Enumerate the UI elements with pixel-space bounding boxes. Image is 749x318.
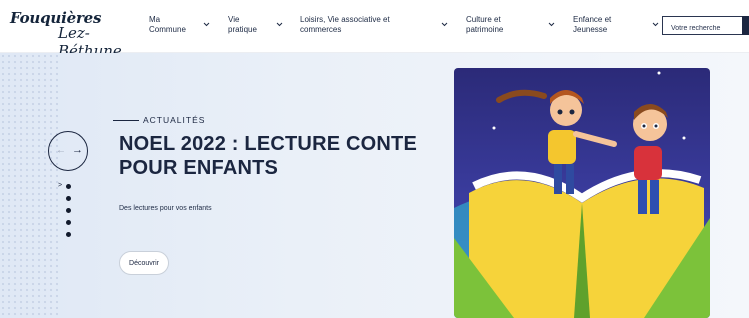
hero-title: NOEL 2022 : LECTURE CONTE POUR ENFANTS (119, 133, 418, 179)
dot-pattern-decoration (0, 53, 58, 318)
chevron-down-icon (440, 20, 449, 29)
nav-item-label: Culture et patrimoine (466, 15, 504, 34)
nav-item-label: Loisirs, Vie associative et commerces (300, 15, 390, 34)
nav-item-enfance[interactable]: Enfance et Jeunesse (573, 15, 661, 41)
nav-item-loisirs[interactable]: Loisirs, Vie associative et commerces (300, 15, 452, 41)
carousel-dot[interactable] (66, 220, 71, 225)
search-input[interactable] (663, 20, 741, 37)
nav-item-ma-commune[interactable]: Ma Commune (149, 15, 211, 41)
chevron-down-icon (202, 20, 211, 29)
carousel-dot[interactable] (66, 232, 71, 237)
carousel-nav-button[interactable]: ← → (48, 131, 88, 171)
nav-item-culture[interactable]: Culture et patrimoine (466, 15, 556, 41)
hero-illustration (454, 68, 710, 318)
site-logo[interactable]: Fouquières Lez-Béthune (10, 9, 135, 60)
carousel-dot[interactable] (66, 184, 71, 189)
eyebrow-label: ACTUALITÉS (143, 115, 206, 125)
kids-on-book-illustration (454, 71, 710, 318)
carousel-pagination: > (58, 182, 78, 244)
nav-item-label: Ma Commune (149, 15, 186, 34)
site-header: Fouquières Lez-Béthune Ma Commune Vie pr… (0, 0, 749, 60)
nav-item-label: Enfance et Jeunesse (573, 15, 612, 34)
carousel-dot[interactable] (66, 208, 71, 213)
discover-button[interactable]: Découvrir (119, 251, 169, 275)
arrow-left-icon[interactable]: ← (56, 145, 66, 156)
chevron-down-icon (651, 20, 660, 29)
arrow-right-icon[interactable]: → (72, 144, 83, 156)
search-button[interactable] (742, 16, 749, 35)
news-category: ACTUALITÉS (113, 114, 205, 126)
nav-item-vie-pratique[interactable]: Vie pratique (228, 15, 286, 41)
search-box (662, 16, 747, 37)
chevron-down-icon (275, 20, 284, 29)
active-slide-marker: > (58, 182, 63, 189)
hero-subtitle: Des lectures pour vos enfants (119, 205, 212, 212)
nav-item-label: Vie pratique (228, 15, 257, 34)
eyebrow-line (113, 119, 139, 121)
chevron-down-icon (547, 20, 556, 29)
carousel-dot[interactable] (66, 196, 71, 201)
